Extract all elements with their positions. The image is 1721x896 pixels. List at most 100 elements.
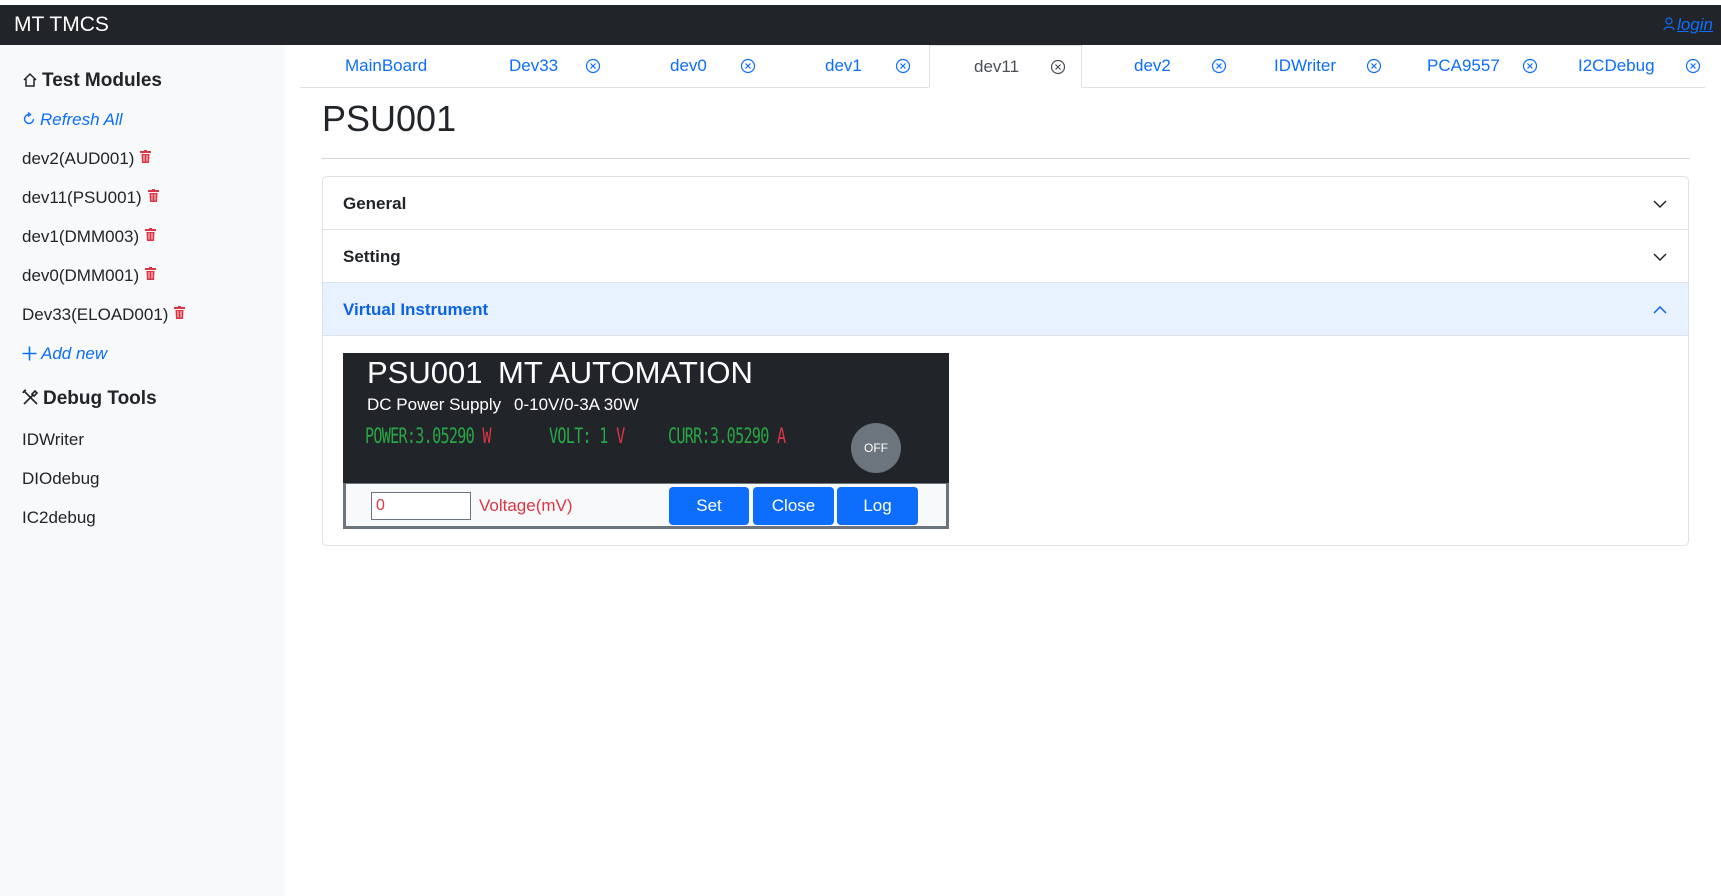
- instrument-spec: 0-10V/0-3A 30W: [514, 395, 639, 414]
- trash-icon[interactable]: [174, 306, 186, 319]
- tab-dev2[interactable]: dev2: [1134, 45, 1234, 87]
- test-modules-heading: Test Modules: [22, 70, 162, 92]
- module-tabs: MainBoard Dev33 dev0 dev1 dev11 dev2 IDW…: [300, 45, 1705, 88]
- tab-dev11[interactable]: dev11: [929, 45, 1082, 88]
- close-tab-icon[interactable]: [1050, 59, 1066, 75]
- accordion-label: Virtual Instrument: [343, 300, 489, 319]
- close-tab-icon[interactable]: [895, 58, 911, 74]
- tab-label: PCA9557: [1427, 56, 1500, 75]
- app-title: MT TMCS: [14, 13, 109, 36]
- accordion-setting[interactable]: Setting: [323, 230, 1688, 283]
- module-item[interactable]: dev2(AUD001): [22, 149, 152, 169]
- debug-tools-label: Debug Tools: [43, 388, 157, 409]
- tab-label: MainBoard: [345, 56, 428, 75]
- close-tab-icon[interactable]: [740, 58, 756, 74]
- accordion-virtual-instrument[interactable]: Virtual Instrument: [323, 283, 1688, 336]
- trash-icon[interactable]: [145, 267, 157, 280]
- volt-value: 1: [599, 424, 608, 448]
- voltage-input[interactable]: [371, 492, 471, 520]
- tab-label: dev11: [974, 57, 1020, 76]
- accordion-general[interactable]: General: [323, 177, 1688, 230]
- chevron-down-icon: [1653, 253, 1667, 262]
- tab-pca9557[interactable]: PCA9557: [1427, 45, 1542, 87]
- tab-dev1[interactable]: dev1: [825, 45, 925, 87]
- person-icon: [1663, 17, 1675, 31]
- instrument-name: PSU001: [367, 355, 483, 390]
- accordion-label: General: [343, 194, 407, 213]
- close-button[interactable]: Close: [753, 487, 834, 525]
- tab-label: dev1: [825, 56, 862, 75]
- close-tab-icon[interactable]: [1211, 58, 1227, 74]
- close-tab-icon[interactable]: [1522, 58, 1538, 74]
- tools-icon: [22, 389, 39, 405]
- chevron-up-icon: [1653, 305, 1667, 314]
- accordion-label: Setting: [343, 247, 401, 266]
- login-label: login: [1677, 15, 1713, 34]
- power-label: POWER:: [365, 424, 416, 448]
- set-button[interactable]: Set: [669, 487, 749, 525]
- tab-label: dev2: [1134, 56, 1171, 75]
- module-label: dev0(DMM001): [22, 266, 140, 285]
- module-label: Dev33(ELOAD001): [22, 305, 169, 324]
- tab-dev33[interactable]: Dev33: [509, 45, 619, 87]
- close-tab-icon[interactable]: [1366, 58, 1382, 74]
- volt-unit: V: [616, 424, 625, 448]
- curr-value: 3.05290: [709, 424, 769, 448]
- power-readout: POWER:3.05290 W: [365, 424, 491, 448]
- instrument-display: PSU001 MT AUTOMATION DC Power Supply 0-1…: [343, 353, 949, 483]
- trash-icon[interactable]: [147, 189, 159, 202]
- tab-dev0[interactable]: dev0: [670, 45, 770, 87]
- power-toggle-button[interactable]: OFF: [851, 423, 901, 473]
- tab-label: IDWriter: [1274, 56, 1337, 75]
- module-accordion: General Setting Virtual Instrument PSU00…: [322, 176, 1689, 546]
- home-icon: [23, 72, 37, 87]
- login-link[interactable]: login: [1663, 15, 1713, 35]
- tab-label: dev0: [670, 56, 707, 75]
- title-divider: [322, 158, 1690, 159]
- curr-label: CURR:: [668, 424, 711, 448]
- debug-tool-item[interactable]: IC2debug: [22, 508, 96, 528]
- chevron-down-icon: [1653, 200, 1667, 209]
- tab-label: Dev33: [509, 56, 559, 75]
- module-label: dev11(PSU001): [22, 188, 142, 207]
- curr-readout: CURR:3.05290 A: [668, 424, 786, 448]
- trash-icon[interactable]: [140, 150, 152, 163]
- tab-idwriter[interactable]: IDWriter: [1274, 45, 1384, 87]
- debug-tool-label: IDWriter: [22, 430, 85, 449]
- module-item[interactable]: Dev33(ELOAD001): [22, 305, 186, 325]
- log-button[interactable]: Log: [837, 487, 918, 525]
- top-navbar: MT TMCS login: [0, 5, 1721, 45]
- instrument-controls: Voltage(mV) Set Close Log: [343, 483, 949, 529]
- plus-icon: [22, 346, 37, 361]
- refresh-all-link[interactable]: Refresh All: [22, 110, 123, 130]
- module-item[interactable]: dev11(PSU001): [22, 188, 159, 208]
- module-item[interactable]: dev1(DMM003): [22, 227, 157, 247]
- add-new-link[interactable]: Add new: [22, 344, 107, 364]
- instrument-brand: MT AUTOMATION: [498, 355, 753, 390]
- sidebar: Test Modules Refresh All dev2(AUD001) de…: [0, 45, 285, 896]
- module-label: dev2(AUD001): [22, 149, 135, 168]
- tab-label: I2CDebug: [1578, 56, 1655, 75]
- debug-tool-item[interactable]: IDWriter: [22, 430, 84, 450]
- trash-icon[interactable]: [145, 228, 157, 241]
- power-value: 3.05290: [415, 424, 474, 448]
- add-new-label: Add new: [41, 344, 108, 363]
- debug-tool-item[interactable]: DIOdebug: [22, 469, 100, 489]
- tab-i2cdebug[interactable]: I2CDebug: [1578, 45, 1703, 87]
- module-label: dev1(DMM003): [22, 227, 140, 246]
- close-tab-icon[interactable]: [585, 58, 601, 74]
- module-item[interactable]: dev0(DMM001): [22, 266, 157, 286]
- volt-readout: VOLT: 1 V: [549, 424, 625, 448]
- power-unit: W: [482, 424, 491, 448]
- virtual-instrument: PSU001 MT AUTOMATION DC Power Supply 0-1…: [343, 353, 949, 529]
- tab-mainboard[interactable]: MainBoard: [345, 45, 427, 87]
- volt-label: VOLT:: [549, 424, 592, 448]
- curr-unit: A: [777, 424, 786, 448]
- refresh-all-label: Refresh All: [40, 110, 123, 129]
- voltage-unit-label: Voltage(mV): [479, 496, 573, 515]
- instrument-type: DC Power Supply: [367, 395, 502, 414]
- refresh-icon: [23, 111, 35, 125]
- close-tab-icon[interactable]: [1685, 58, 1701, 74]
- debug-tool-label: IC2debug: [22, 508, 96, 527]
- page-title: PSU001: [322, 98, 457, 139]
